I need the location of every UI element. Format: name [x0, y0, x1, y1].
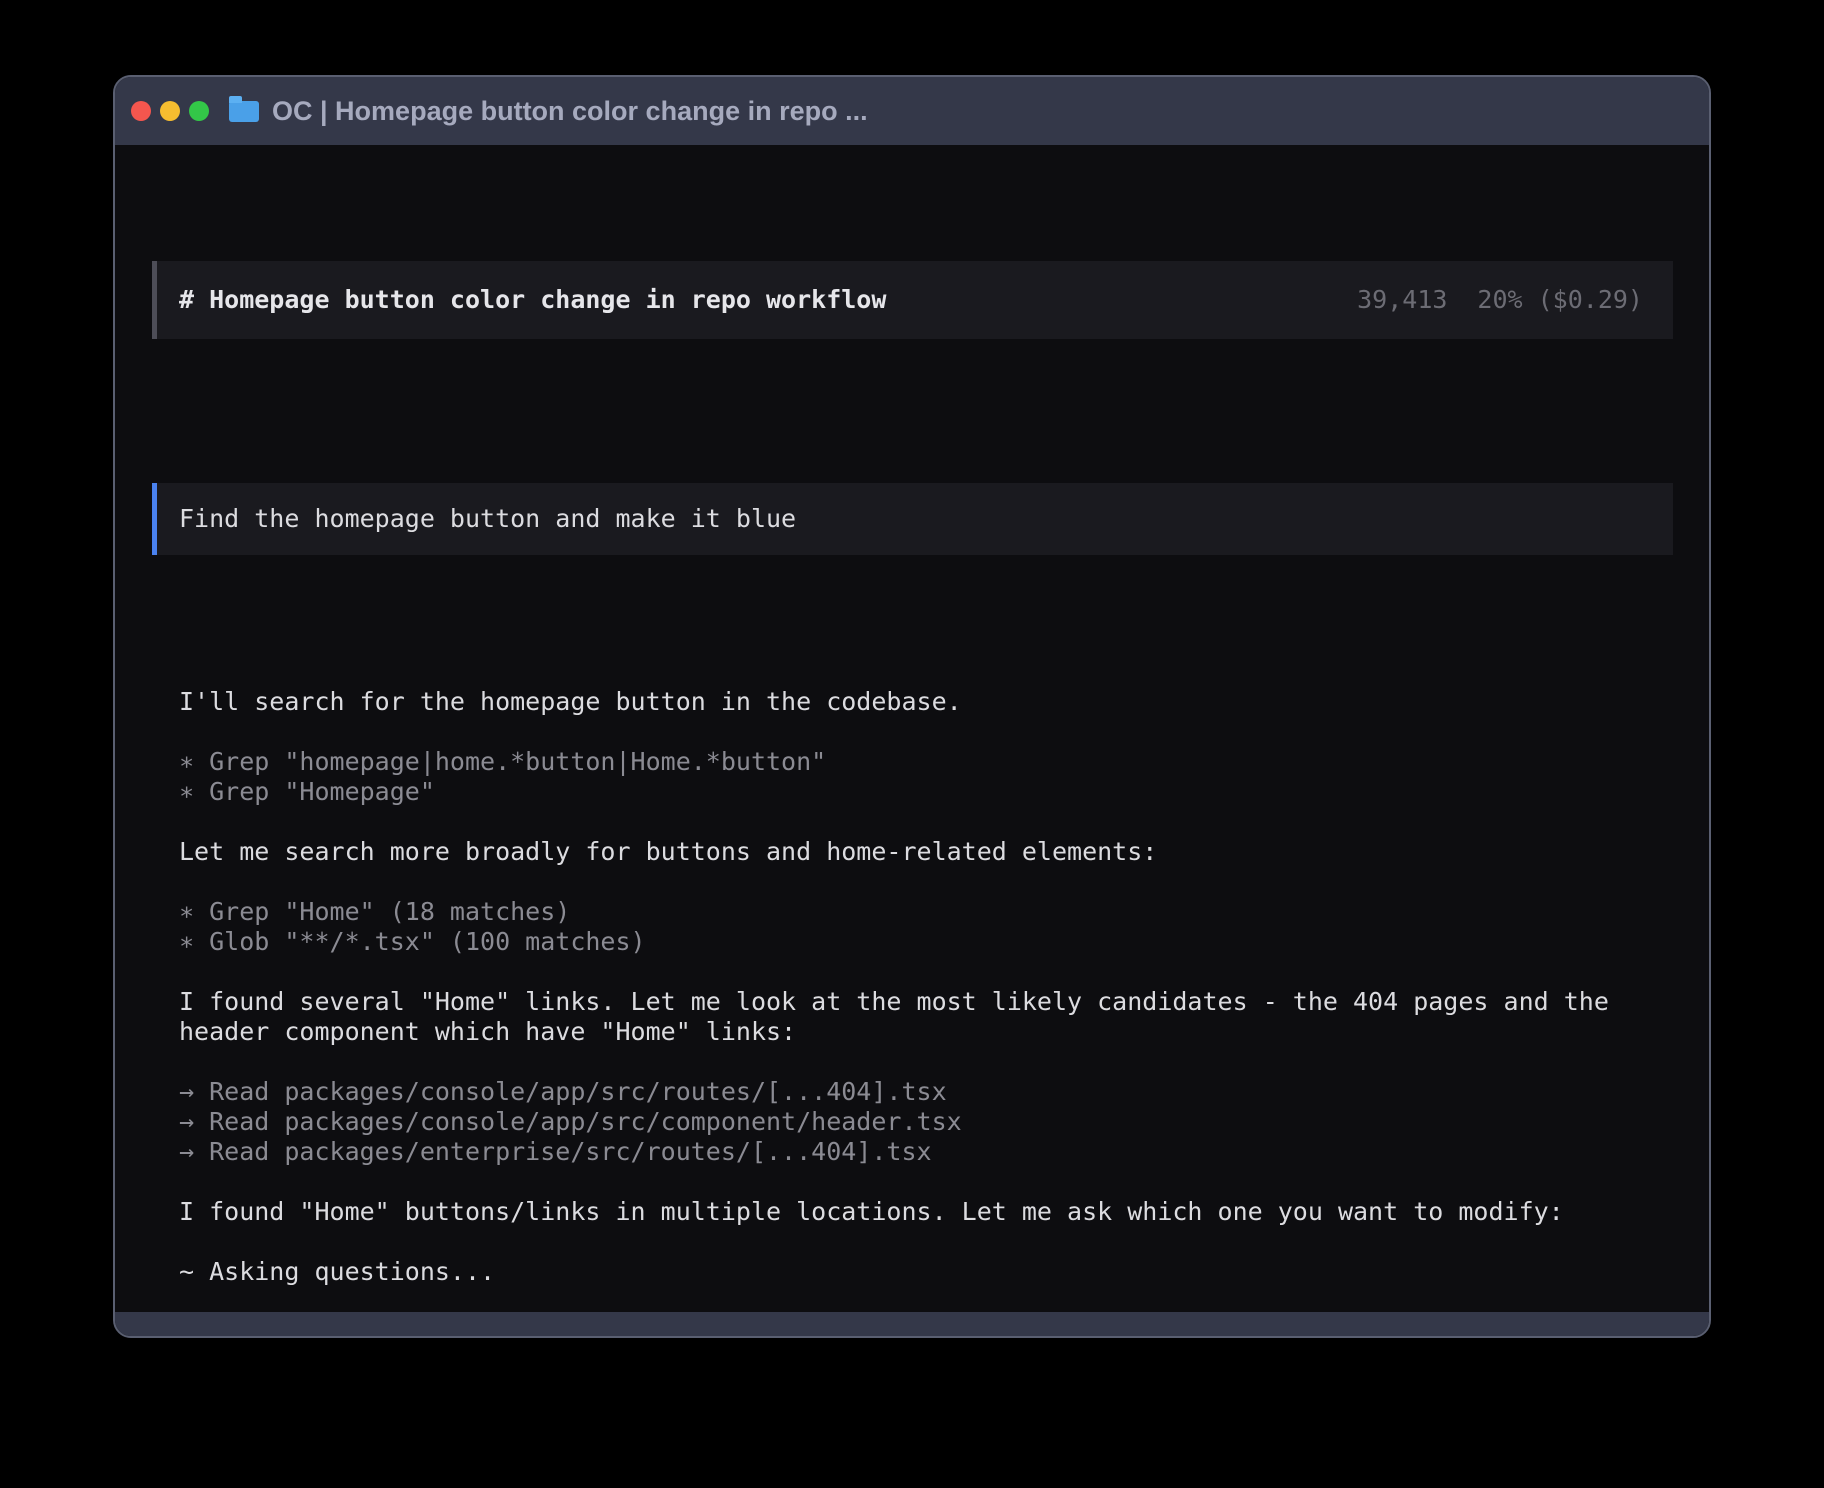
- window-bottom-bar: [115, 1312, 1709, 1336]
- terminal-window: OC | Homepage button color change in rep…: [113, 75, 1711, 1338]
- assistant-text-line: Let me search more broadly for buttons a…: [179, 837, 1673, 867]
- transcript-block: ∗ Grep "homepage|home.*button|Home.*butt…: [179, 747, 1673, 807]
- assistant-text-line: I found "Home" buttons/links in multiple…: [179, 1197, 1673, 1227]
- close-button[interactable]: [131, 101, 151, 121]
- traffic-lights: [131, 101, 209, 121]
- session-header: # Homepage button color change in repo w…: [152, 261, 1673, 339]
- transcript-block: → Read packages/console/app/src/routes/[…: [179, 1077, 1673, 1167]
- session-title: # Homepage button color change in repo w…: [179, 285, 886, 315]
- tool-call-line: ∗ Grep "Homepage": [179, 777, 1673, 807]
- tool-call-line: ∗ Grep "Home" (18 matches): [179, 897, 1673, 927]
- assistant-text-line: header component which have "Home" links…: [179, 1017, 1673, 1047]
- assistant-text-line: I'll search for the homepage button in t…: [179, 687, 1673, 717]
- user-message-text: Find the homepage button and make it blu…: [179, 504, 796, 534]
- window-title: OC | Homepage button color change in rep…: [272, 96, 868, 127]
- tool-call-line: → Read packages/enterprise/src/routes/[.…: [179, 1137, 1673, 1167]
- assistant-text-line: I found several "Home" links. Let me loo…: [179, 987, 1673, 1017]
- transcript-block: ∗ Grep "Home" (18 matches)∗ Glob "**/*.t…: [179, 897, 1673, 957]
- tool-call-line: → Read packages/console/app/src/routes/[…: [179, 1077, 1673, 1107]
- terminal-content: # Homepage button color change in repo w…: [115, 145, 1709, 1312]
- user-message: Find the homepage button and make it blu…: [152, 483, 1673, 555]
- context-percent-cost: 20% ($0.29): [1477, 285, 1643, 315]
- folder-icon: [229, 101, 259, 122]
- tool-call-line: ∗ Glob "**/*.tsx" (100 matches): [179, 927, 1673, 957]
- transcript-block: I'll search for the homepage button in t…: [179, 687, 1673, 717]
- tool-call-line: ∗ Grep "homepage|home.*button|Home.*butt…: [179, 747, 1673, 777]
- assistant-text-line: ~ Asking questions...: [179, 1257, 1673, 1287]
- assistant-transcript: I'll search for the homepage button in t…: [152, 687, 1673, 1287]
- minimize-button[interactable]: [160, 101, 180, 121]
- window-titlebar[interactable]: OC | Homepage button color change in rep…: [115, 77, 1709, 145]
- tool-call-line: → Read packages/console/app/src/componen…: [179, 1107, 1673, 1137]
- session-stats: 39,413 20% ($0.29): [1357, 285, 1643, 315]
- maximize-button[interactable]: [189, 101, 209, 121]
- transcript-block: I found "Home" buttons/links in multiple…: [179, 1197, 1673, 1227]
- token-count: 39,413: [1357, 285, 1447, 315]
- transcript-block: I found several "Home" links. Let me loo…: [179, 987, 1673, 1047]
- transcript-block: ~ Asking questions...: [179, 1257, 1673, 1287]
- transcript-block: Let me search more broadly for buttons a…: [179, 837, 1673, 867]
